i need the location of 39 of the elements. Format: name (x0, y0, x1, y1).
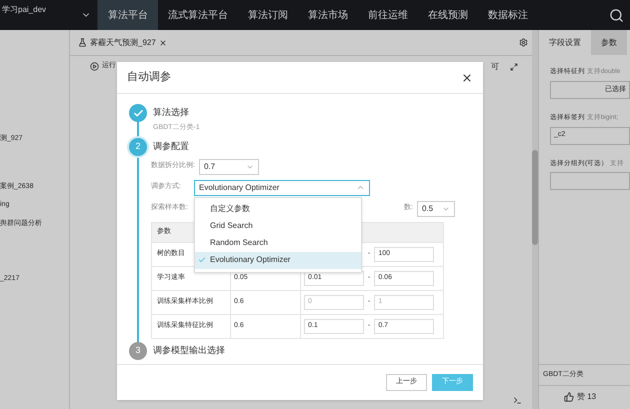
step-title: 调参模型输出选择 (153, 344, 225, 357)
field-input[interactable] (550, 172, 630, 190)
nav-tab[interactable]: 数据标注 (478, 0, 538, 30)
nav-tab[interactable]: 前往运维 (358, 0, 418, 30)
canvas-tab[interactable]: 雾霾天气预测_927 (90, 36, 156, 48)
ratio-select[interactable]: 0.5 (417, 200, 455, 216)
check-icon (198, 256, 206, 264)
terminal-icon[interactable] (513, 396, 522, 405)
method-select[interactable]: Evolutionary Optimizer (194, 180, 370, 196)
toolbar-label[interactable]: 可 (491, 60, 499, 72)
search-icon[interactable] (609, 8, 624, 22)
check-icon (132, 108, 144, 118)
nav-tab[interactable]: 在线预测 (418, 0, 478, 30)
chevron-up-icon (356, 183, 365, 192)
nav-tab[interactable]: 算法市场 (298, 0, 358, 30)
step-title: 算法选择 (153, 106, 189, 120)
dialog-title: 自动调参 (127, 70, 171, 86)
step-title: 调参配置 (153, 140, 189, 153)
nav-tab[interactable]: 算法订阅 (238, 0, 298, 30)
play-icon[interactable] (90, 62, 99, 71)
nav-tab[interactable]: 流式算法平台 (158, 0, 238, 30)
project-name: 学习pai_dev (2, 4, 46, 16)
dropdown-option[interactable]: Random Search (195, 234, 361, 252)
split-ratio-select[interactable]: 0.7 (198, 158, 259, 174)
flask-icon (78, 38, 87, 47)
step-marker: 2 (129, 138, 147, 156)
close-icon[interactable] (158, 38, 167, 46)
dropdown-option[interactable]: Grid Search (195, 218, 361, 234)
thumbs-up-icon[interactable] (564, 392, 574, 402)
close-icon[interactable] (461, 72, 473, 84)
step-marker: 3 (129, 342, 147, 360)
panel-tab[interactable]: 参数 (591, 30, 627, 55)
dropdown-option[interactable]: Evolutionary Optimizer (195, 252, 361, 268)
dropdown-option[interactable]: 自定义参数 (195, 200, 361, 218)
like-count[interactable]: 赞 13 (577, 391, 596, 403)
nav-tab[interactable]: 算法平台 (98, 0, 158, 30)
fullscreen-icon[interactable] (510, 62, 518, 70)
scrollbar[interactable] (532, 30, 538, 409)
settings-icon[interactable] (519, 38, 528, 47)
